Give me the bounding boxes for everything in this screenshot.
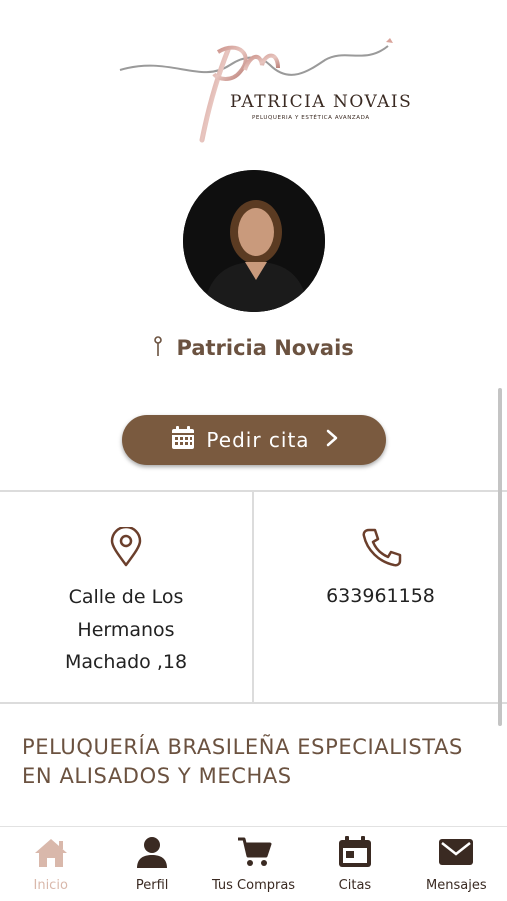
nav-item-mensajes[interactable]: Mensajes <box>406 827 507 901</box>
address-line: Calle de Los <box>68 586 184 608</box>
location-pin-icon <box>0 525 252 571</box>
brand-name: PATRICIA NOVAIS <box>230 92 413 112</box>
home-icon <box>33 836 69 872</box>
nav-label: Tus Compras <box>211 878 296 893</box>
nav-item-tus-compras[interactable]: Tus Compras <box>203 827 304 901</box>
nav-item-citas[interactable]: Citas <box>304 827 405 901</box>
bottom-nav: Inicio Perfil Tus Compras Citas Mensajes <box>0 826 507 901</box>
profile-name-row: Patricia Novais <box>0 336 507 363</box>
mail-icon <box>438 836 474 872</box>
divider <box>0 702 507 704</box>
nav-label: Inicio <box>33 878 68 893</box>
address-line: Hermanos <box>77 618 175 641</box>
nav-item-inicio[interactable]: Inicio <box>0 827 101 901</box>
phone-icon <box>254 527 507 571</box>
nav-item-perfil[interactable]: Perfil <box>101 827 202 901</box>
nav-label: Perfil <box>135 878 169 893</box>
user-icon <box>134 836 170 872</box>
chevron-right-icon <box>326 429 338 451</box>
calendar-icon <box>170 425 196 455</box>
address-line: Machado ,18 <box>64 651 188 673</box>
book-appointment-button[interactable]: Pedir cita <box>122 415 386 465</box>
scrollbar[interactable] <box>498 388 502 726</box>
pin-icon <box>153 336 163 363</box>
profile-name: Patricia Novais <box>176 336 354 360</box>
calendar-icon <box>337 836 373 872</box>
phone-card[interactable]: 633961158 <box>254 492 507 702</box>
book-appointment-label: Pedir cita <box>206 428 310 452</box>
nav-label: Citas <box>338 878 372 893</box>
phone-number: 633961158 <box>326 585 435 607</box>
brand-logo: PATRICIA NOVAIS PELUQUERIA Y ESTÉTICA AV… <box>110 30 413 150</box>
business-description: PELUQUERÍA BRASILEÑA ESPECIALISTAS EN AL… <box>22 735 463 788</box>
profile-photo <box>183 170 325 312</box>
address-text: Calle de Los Hermanos Machado ,18 <box>51 581 201 679</box>
nav-label: Mensajes <box>426 878 487 893</box>
address-card[interactable]: Calle de Los Hermanos Machado ,18 <box>0 492 252 702</box>
person-photo-icon <box>183 170 325 312</box>
logo-monogram-graphic <box>119 38 393 143</box>
brand-tagline: PELUQUERIA Y ESTÉTICA AVANZADA <box>252 115 370 121</box>
cart-icon <box>236 836 272 872</box>
